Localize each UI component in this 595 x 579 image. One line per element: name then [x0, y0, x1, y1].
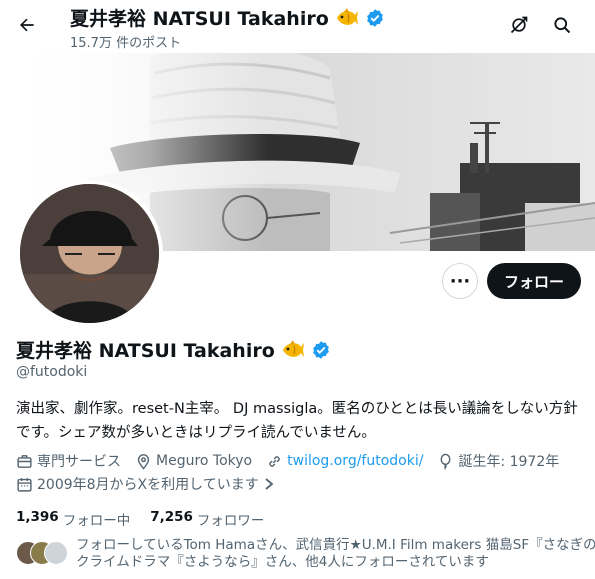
display-name: 夏井孝裕 NATSUI Takahiro [16, 340, 275, 362]
followed-by-avatars[interactable] [16, 539, 72, 565]
post-count: 15.7万 件のポスト [70, 36, 182, 51]
chevron-right-icon [265, 478, 274, 490]
bio-line: 演出家、劇作家。reset-N主宰。 DJ massigla。匿名のひととは長い… [16, 401, 578, 417]
profile-website[interactable]: twilog.org/futodoki/ [266, 453, 423, 470]
link-icon [269, 455, 280, 467]
fish-emoji-icon [282, 339, 304, 357]
profile-category: 専門サービス [16, 451, 121, 471]
fish-emoji-icon [336, 7, 358, 25]
following-stat[interactable]: 1,396 フォロー中 [16, 509, 130, 529]
website-link[interactable]: twilog.org/futodoki/ [287, 453, 423, 469]
category-label: 専門サービス [37, 454, 121, 470]
balloon-icon [440, 453, 451, 470]
profile-bio: 演出家、劇作家。reset-N主宰。 DJ massigla。匿名のひととは長い… [16, 397, 581, 445]
follow-button[interactable]: フォロー [487, 263, 581, 299]
spaces-button[interactable] [502, 8, 536, 42]
header-title-row: 夏井孝裕 NATSUI Takahiro [70, 4, 385, 31]
follower-avatar [44, 541, 68, 565]
profile-handle: @futodoki [16, 364, 88, 380]
verified-badge-icon[interactable] [311, 340, 331, 360]
arrow-left-icon [20, 18, 34, 32]
avatar-image [20, 184, 159, 323]
search-icon [554, 17, 571, 34]
birth-label: 誕生年: 1972年 [458, 454, 560, 470]
location-label: Meguro Tokyo [156, 453, 253, 469]
joined-item: 2009年8月からXを利用しています [16, 474, 259, 494]
back-button[interactable] [10, 8, 44, 42]
following-count: 1,396 [16, 509, 59, 525]
followers-stat[interactable]: 7,256 フォロワー [150, 509, 264, 529]
profile-location: Meguro Tokyo [135, 453, 252, 470]
joined-label: 2009年8月からXを利用しています [37, 477, 259, 493]
top-bar: 夏井孝裕 NATSUI Takahiro 15.7万 件のポスト [0, 0, 595, 53]
followed-by-line: フォローしているTom Hamaさん、武信貴行★U.M.I Film maker… [76, 537, 595, 553]
more-button[interactable]: ··· [442, 263, 478, 299]
following-label: フォロー中 [62, 513, 131, 529]
profile-name-row: 夏井孝裕 NATSUI Takahiro [16, 336, 331, 363]
calendar-icon [17, 477, 32, 492]
verified-badge-icon [366, 8, 383, 27]
briefcase-icon [17, 454, 32, 468]
search-button[interactable] [545, 8, 579, 42]
follow-stats: 1,396 フォロー中 7,256 フォロワー [16, 509, 284, 529]
avatar[interactable] [16, 180, 163, 327]
profile-birth: 誕生年: 1972年 [437, 451, 559, 471]
header-title: 夏井孝裕 NATSUI Takahiro [70, 8, 329, 30]
followed-by-line: クライムドラマ『さようなら』さん、他4人にフォローされています [76, 554, 489, 570]
profile-meta-row: 専門サービス Meguro Tokyo twilog.org/futodoki/… [16, 451, 573, 471]
bio-line: です。シェア数が多いときはリプライ読んでいません。 [16, 425, 376, 441]
profile-joined[interactable]: 2009年8月からXを利用しています [16, 474, 275, 494]
followers-label: フォロワー [196, 513, 265, 529]
followers-count: 7,256 [150, 509, 193, 525]
location-pin-icon [137, 453, 150, 470]
spaces-icon [510, 16, 528, 34]
followed-by-text[interactable]: フォローしているTom Hamaさん、武信貴行★U.M.I Film maker… [76, 537, 595, 571]
